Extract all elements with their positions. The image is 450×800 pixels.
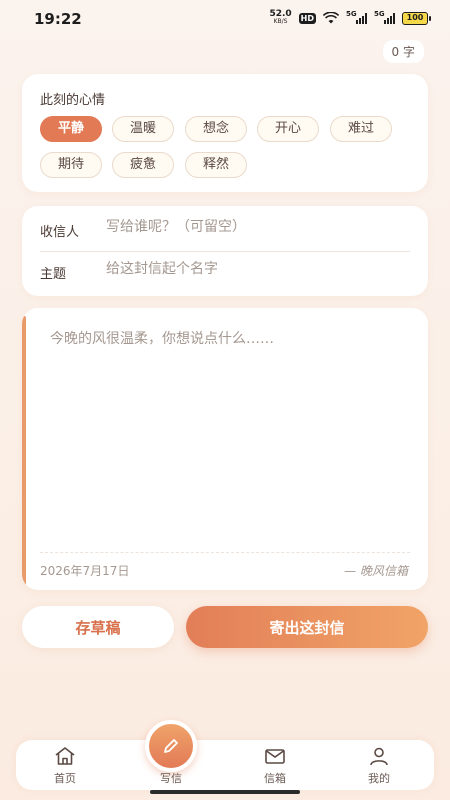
recipient-input[interactable] [106,219,406,235]
save-draft-button[interactable]: 存草稿 [22,606,174,648]
battery-level: 100 [406,12,424,22]
field-divider [40,251,410,252]
letter-accent-bar [22,316,26,586]
subject-input[interactable] [106,261,406,277]
recipient-card: 收信人 主题 [22,206,428,296]
user-icon [370,747,388,766]
nav-item-home[interactable]: 首页 [30,740,100,790]
mood-title: 此刻的心情 [40,93,106,108]
hd-icon: HD [298,12,316,24]
letter-divider [40,552,410,553]
network-speed: 52.0 KB/S [269,9,292,26]
signal-label-1: 5G [346,10,357,18]
status-bar: 19:22 52.0 KB/S HD 5G 5G 100 [0,0,450,38]
nav-item-mine[interactable]: 我的 [344,740,414,790]
nav-label-mine: 我的 [368,772,390,785]
recipient-label: 收信人 [40,225,80,240]
letter-signature: — 晚风信箱 [344,564,408,578]
nav-label-mailbox: 信箱 [264,772,286,785]
mood-chip-calm[interactable]: 平静 [40,116,102,142]
subject-label: 主题 [40,267,67,282]
letter-body-input[interactable] [50,328,410,548]
mood-chip-miss[interactable]: 想念 [185,116,247,142]
bottom-nav: 首页 信箱 我的 [16,740,434,790]
home-icon [55,747,75,765]
mood-chip-happy[interactable]: 开心 [257,116,319,142]
mood-chip-warm[interactable]: 温暖 [112,116,174,142]
nav-item-mailbox[interactable]: 信箱 [240,740,310,790]
nav-label-compose: 写信 [160,772,182,785]
battery-icon: 100 [402,11,431,25]
wifi-icon [323,12,339,24]
mood-chip-expect[interactable]: 期待 [40,152,102,178]
letter-card: 2026年7月17日 — 晚风信箱 [22,308,428,590]
send-letter-button[interactable]: 寄出这封信 [186,606,428,648]
letter-date: 2026年7月17日 [40,564,130,578]
home-indicator [150,790,300,794]
mood-chip-tired[interactable]: 疲惫 [112,152,174,178]
compose-button[interactable] [145,720,197,772]
signal-label-2: 5G [374,10,385,18]
nav-label-home: 首页 [54,772,76,785]
mood-chip-sad[interactable]: 难过 [330,116,392,142]
network-speed-value: 52.0 [269,9,292,19]
status-time: 19:22 [34,10,82,28]
mood-chip-relieved[interactable]: 释然 [185,152,247,178]
mood-card: 此刻的心情 平静 温暖 想念 开心 难过 期待 疲惫 释然 [22,74,428,192]
word-count-badge: 0 字 [382,40,424,63]
status-indicators: 52.0 KB/S HD 5G 5G 100 [269,9,431,26]
signal-icon-1: 5G [346,10,367,24]
mail-icon [265,749,285,764]
pencil-icon [164,739,178,753]
signal-icon-2: 5G [374,10,395,24]
network-speed-unit: KB/S [273,18,288,25]
